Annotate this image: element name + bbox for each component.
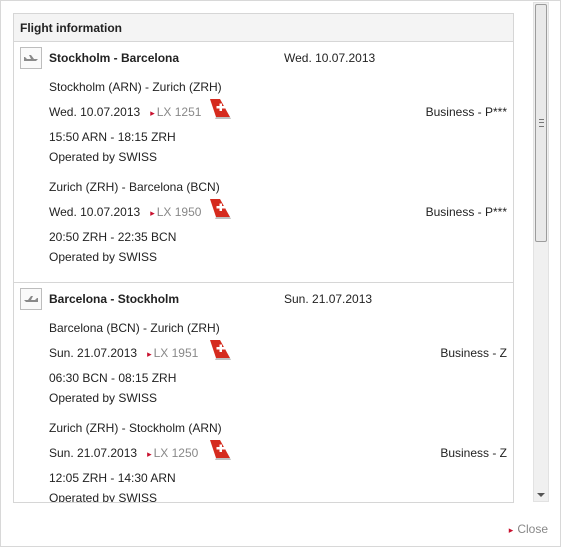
vertical-scrollbar[interactable]: [533, 2, 549, 502]
cabin-class: Business - Z: [440, 346, 507, 360]
swiss-tail-logo: [210, 199, 231, 219]
segment-date-flight: Sun. 21.07.2013 ▸ LX 1951: [49, 346, 198, 360]
scrollbar-thumb[interactable]: [535, 4, 547, 242]
segment-operator: Operated by SWISS: [49, 391, 158, 405]
segment-date: Wed. 10.07.2013: [49, 205, 141, 219]
flight-route-title: Stockholm - Barcelona: [49, 51, 180, 65]
panel-title: Flight information: [14, 14, 513, 42]
red-arrow-icon: ▸: [147, 449, 152, 459]
swiss-tail-logo: [210, 440, 231, 460]
segment-times: 15:50 ARN - 18:15 ZRH: [49, 130, 176, 144]
red-arrow-icon: ▸: [150, 108, 155, 118]
segment-route: Zurich (ZRH) - Barcelona (BCN): [49, 180, 220, 194]
segment-item: Stockholm (ARN) - Zurich (ZRH) Wed. 10.0…: [49, 74, 513, 174]
segment-route: Zurich (ZRH) - Stockholm (ARN): [49, 421, 222, 435]
segment-times: 12:05 ZRH - 14:30 ARN: [49, 471, 176, 485]
flight-number-link[interactable]: ▸ LX 1250: [147, 446, 198, 460]
segment-operator: Operated by SWISS: [49, 250, 158, 264]
cabin-class: Business - P***: [425, 205, 507, 219]
flight-date: Wed. 10.07.2013: [284, 51, 376, 65]
flight-info-dialog: Flight information Stockholm - Barcelona…: [0, 0, 561, 547]
red-arrow-icon: ▸: [150, 208, 155, 218]
segment-date: Sun. 21.07.2013: [49, 346, 138, 360]
close-button[interactable]: ▸ Close: [509, 522, 548, 536]
flight-number-link[interactable]: ▸ LX 1950: [150, 205, 201, 219]
segment-date-flight: Wed. 10.07.2013 ▸ LX 1251: [49, 105, 201, 119]
flight-block-return: Barcelona - Stockholm Sun. 21.07.2013 Ba…: [14, 283, 513, 503]
flight-number-link[interactable]: ▸ LX 1951: [147, 346, 198, 360]
segment-times: 20:50 ZRH - 22:35 BCN: [49, 230, 177, 244]
segment-operator: Operated by SWISS: [49, 150, 158, 164]
segment-date: Sun. 21.07.2013: [49, 446, 138, 460]
segment-item: Zurich (ZRH) - Stockholm (ARN) Sun. 21.0…: [49, 415, 513, 503]
flight-route-title: Barcelona - Stockholm: [49, 292, 180, 306]
flight-date: Sun. 21.07.2013: [284, 292, 373, 306]
cabin-class: Business - Z: [440, 446, 507, 460]
segment-route: Stockholm (ARN) - Zurich (ZRH): [49, 80, 222, 94]
segment-route: Barcelona (BCN) - Zurich (ZRH): [49, 321, 220, 335]
flight-block-outbound: Stockholm - Barcelona Wed. 10.07.2013 St…: [14, 42, 513, 283]
cabin-class: Business - P***: [425, 105, 507, 119]
segment-date: Wed. 10.07.2013: [49, 105, 141, 119]
swiss-tail-logo: [210, 99, 231, 119]
segment-item: Zurich (ZRH) - Barcelona (BCN) Wed. 10.0…: [49, 174, 513, 274]
swiss-tail-logo: [210, 340, 231, 360]
segment-date-flight: Wed. 10.07.2013 ▸ LX 1950: [49, 205, 201, 219]
flight-header: Barcelona - Stockholm Sun. 21.07.2013: [14, 283, 513, 315]
scrollbar-grip-icon: [539, 119, 544, 127]
scroll-down-arrow-icon[interactable]: [537, 493, 545, 497]
flight-info-panel[interactable]: Flight information Stockholm - Barcelona…: [13, 13, 514, 503]
red-arrow-icon: ▸: [147, 349, 152, 359]
plane-arrival-icon: [20, 288, 42, 310]
segment-item: Barcelona (BCN) - Zurich (ZRH) Sun. 21.0…: [49, 315, 513, 415]
segment-times: 06:30 BCN - 08:15 ZRH: [49, 371, 177, 385]
flight-number-link[interactable]: ▸ LX 1251: [150, 105, 201, 119]
plane-departure-icon: [20, 47, 42, 69]
segment-operator: Operated by SWISS: [49, 491, 158, 503]
close-label: Close: [517, 522, 548, 536]
segment-date-flight: Sun. 21.07.2013 ▸ LX 1250: [49, 446, 198, 460]
flight-header: Stockholm - Barcelona Wed. 10.07.2013: [14, 42, 513, 74]
red-arrow-icon: ▸: [508, 525, 514, 535]
